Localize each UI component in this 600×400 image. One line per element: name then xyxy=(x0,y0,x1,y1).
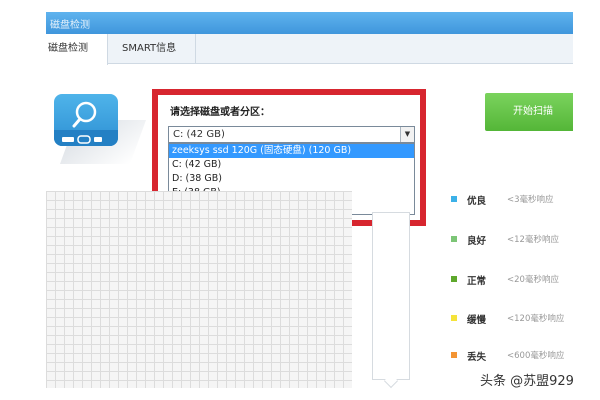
right-margin xyxy=(573,0,600,400)
legend-item-lost: 丢失 <600毫秒响应 xyxy=(451,348,573,364)
legend-swatch xyxy=(451,236,457,242)
legend-desc: <600毫秒响应 xyxy=(507,351,565,361)
dropdown-option-ssd[interactable]: zeeksys ssd 120G (固态硬盘) (120 GB) xyxy=(169,144,414,158)
legend-name: 优良 xyxy=(467,196,487,207)
legend-desc: <12毫秒响应 xyxy=(507,235,559,245)
dropdown-option-d[interactable]: D: (38 GB) xyxy=(169,172,414,186)
title-bar: 磁盘检测 xyxy=(46,12,573,34)
hard-disk-icon xyxy=(50,90,147,164)
grid-scroll-panel xyxy=(372,212,410,380)
legend-swatch xyxy=(451,276,457,282)
start-scan-button[interactable]: 开始扫描 xyxy=(485,93,573,131)
tab-smart-info[interactable]: SMART信息 xyxy=(108,34,196,64)
sector-grid xyxy=(46,191,352,388)
legend-swatch xyxy=(451,196,457,202)
legend-item-excellent: 优良 <3毫秒响应 xyxy=(451,192,573,208)
legend-desc: <120毫秒响应 xyxy=(507,314,565,324)
legend-desc: <3毫秒响应 xyxy=(507,195,554,205)
watermark-text: 头条 @苏盟929 xyxy=(480,374,574,389)
disk-select-value: C: (42 GB) xyxy=(173,129,225,140)
disk-select-label: 请选择磁盘或者分区： xyxy=(170,107,270,118)
tab-disk-check[interactable]: 磁盘检测 xyxy=(46,34,108,65)
chevron-down-icon[interactable]: ▼ xyxy=(400,127,414,142)
disk-select-box[interactable]: C: (42 GB) ▼ xyxy=(168,126,415,143)
legend-name: 良好 xyxy=(467,236,487,247)
magnifier-icon xyxy=(62,101,102,144)
legend-swatch xyxy=(451,315,457,321)
legend-item-normal: 正常 <20毫秒响应 xyxy=(451,272,573,288)
legend-name: 正常 xyxy=(467,276,487,287)
legend-desc: <20毫秒响应 xyxy=(507,275,559,285)
legend-name: 缓慢 xyxy=(467,315,487,326)
dropdown-option-c[interactable]: C: (42 GB) xyxy=(169,158,414,172)
legend-item-slow: 缓慢 <120毫秒响应 xyxy=(451,311,573,327)
legend-swatch xyxy=(451,352,457,358)
window-title: 磁盘检测 xyxy=(50,20,90,31)
tab-bar: 磁盘检测 SMART信息 xyxy=(46,34,573,65)
legend-item-good: 良好 <12毫秒响应 xyxy=(451,232,573,248)
legend-name: 丢失 xyxy=(467,352,487,363)
left-margin xyxy=(0,0,46,400)
